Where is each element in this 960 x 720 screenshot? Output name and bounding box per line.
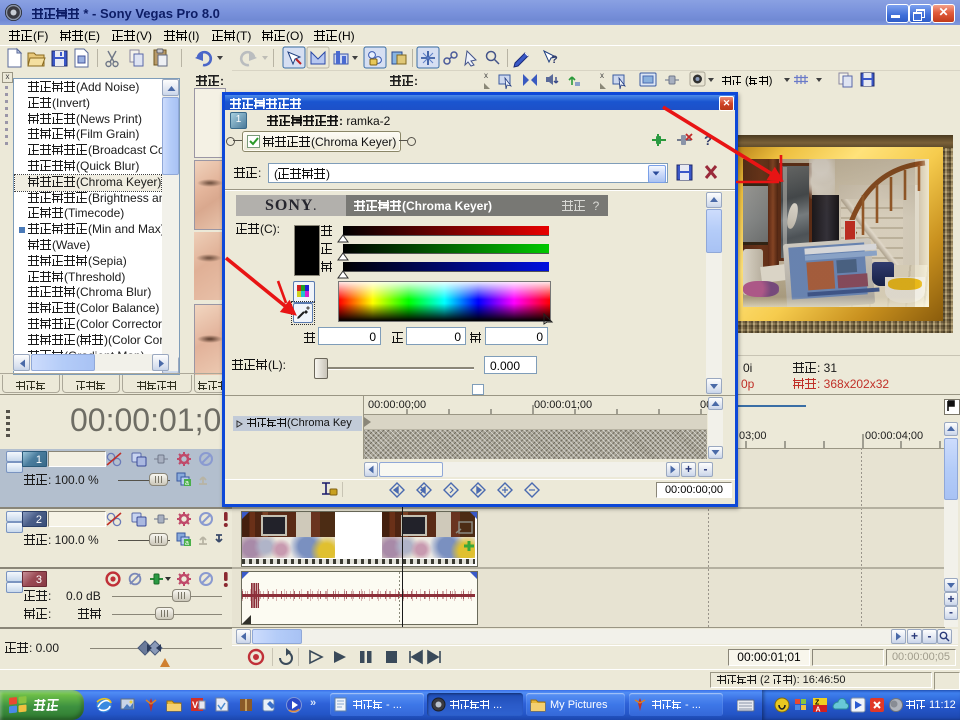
svg-text:Z: Z [815,700,820,707]
svg-text:?: ? [551,54,558,66]
svg-text:x: x [484,71,488,80]
svg-text:x: x [600,71,604,80]
svg-text:A: A [816,707,821,714]
svg-text:a: a [185,540,189,547]
svg-text:a: a [185,480,189,487]
svg-text:?: ? [704,133,712,148]
